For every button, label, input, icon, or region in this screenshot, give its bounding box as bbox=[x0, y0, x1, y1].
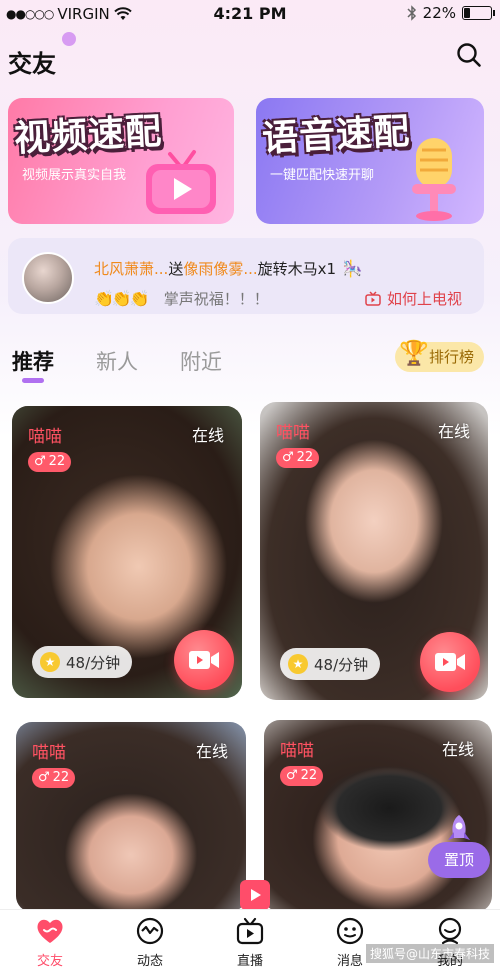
gender-age-badge: ♂ 22 bbox=[280, 766, 324, 786]
user-name: 喵喵 bbox=[276, 423, 310, 443]
male-icon: ♂ bbox=[34, 454, 46, 469]
video-camera-icon bbox=[189, 651, 219, 669]
gender-age-badge: ♂ 22 bbox=[28, 452, 72, 472]
tv-link-label: 如何上电视 bbox=[386, 290, 462, 308]
gender-age-badge: ♂ 22 bbox=[276, 448, 320, 468]
microphone-icon bbox=[412, 138, 456, 221]
how-to-get-on-tv-link[interactable]: 如何上电视 bbox=[365, 288, 462, 309]
leaderboard-button[interactable]: 🏆 排行榜 bbox=[394, 339, 484, 372]
video-match-subtitle: 视频展示真实自我 bbox=[22, 168, 127, 183]
tab-new[interactable]: 新人 bbox=[96, 346, 138, 376]
nav-item-live[interactable]: 直播 bbox=[200, 910, 300, 971]
user-card[interactable]: 喵喵 在线 ♂ 22 ★ 48/分钟 bbox=[12, 406, 242, 698]
gift-verb: 送 bbox=[168, 260, 184, 278]
nav-item-moments[interactable]: 动态 bbox=[100, 910, 200, 971]
voice-match-title: 语音速配 bbox=[261, 111, 412, 160]
user-card[interactable]: 喵喵 在线 ♂ 22 bbox=[16, 722, 246, 912]
price-tag: ★ 48/分钟 bbox=[32, 646, 133, 678]
tv-play-icon bbox=[146, 150, 216, 214]
bottom-nav: 交友 动态 直播 消息 我的 搜狐号@山东市春科技 bbox=[0, 909, 500, 971]
battery-percent: 22% bbox=[422, 4, 456, 22]
tv-icon bbox=[365, 291, 381, 306]
online-status: 在线 bbox=[437, 422, 470, 441]
profile-icon bbox=[438, 917, 462, 945]
male-icon: ♂ bbox=[38, 770, 50, 785]
rocket-icon bbox=[448, 815, 470, 840]
voice-match-subtitle: 一键匹配快速开聊 bbox=[270, 168, 375, 183]
video-match-title: 视频速配 bbox=[13, 111, 164, 160]
pin-to-top-label: 置顶 bbox=[443, 851, 474, 869]
gender-age-badge: ♂ 22 bbox=[32, 768, 76, 788]
nav-item-make-friends[interactable]: 交友 bbox=[0, 910, 100, 971]
user-name: 喵喵 bbox=[28, 427, 62, 447]
coin-icon: ★ bbox=[288, 654, 308, 674]
price-tag: ★ 48/分钟 bbox=[280, 648, 381, 680]
video-camera-icon bbox=[435, 653, 465, 671]
live-floating-icon[interactable] bbox=[240, 880, 270, 910]
online-status: 在线 bbox=[195, 742, 228, 761]
video-call-button[interactable] bbox=[174, 630, 234, 690]
user-name: 喵喵 bbox=[32, 743, 66, 763]
live-tv-icon bbox=[236, 917, 264, 945]
user-card[interactable]: 喵喵 在线 ♂ 22 ★ 48/分钟 bbox=[260, 402, 488, 700]
bluetooth-icon bbox=[407, 5, 416, 21]
watermark: 搜狐号@山东市春科技 bbox=[365, 944, 494, 963]
tab-indicator bbox=[22, 378, 44, 383]
page-title: 交友 bbox=[8, 50, 56, 78]
online-status: 在线 bbox=[441, 740, 474, 759]
blessing-text: 掌声祝福！！！ bbox=[163, 290, 269, 308]
app-header: 交友 bbox=[0, 32, 500, 80]
user-name: 喵喵 bbox=[280, 741, 314, 761]
video-call-button[interactable] bbox=[420, 632, 480, 692]
gift-message: 北风萧萧...送像雨像雾...旋转木马x1 🎠 bbox=[94, 258, 363, 279]
receiver-name: 像雨像雾... bbox=[183, 260, 258, 278]
search-icon[interactable] bbox=[456, 42, 482, 68]
video-match-banner[interactable]: 视频速配 视频展示真实自我 bbox=[8, 98, 234, 224]
gift-name: 旋转木马x1 bbox=[257, 260, 337, 278]
status-bar: ●●○○○ VIRGIN 4:21 PM 22% bbox=[0, 0, 500, 28]
heart-icon bbox=[37, 919, 63, 943]
battery-icon bbox=[462, 6, 495, 20]
coin-icon: ★ bbox=[40, 652, 60, 672]
gift-ticker[interactable]: 北风萧萧...送像雨像雾...旋转木马x1 🎠 👏👏👏 掌声祝福！！！ 如何上电… bbox=[8, 238, 484, 314]
tab-nearby[interactable]: 附近 bbox=[180, 346, 222, 376]
pin-to-top-button[interactable]: 置顶 bbox=[428, 815, 490, 878]
sender-avatar bbox=[22, 252, 74, 304]
title-decoration bbox=[62, 32, 76, 46]
leaderboard-label: 排行榜 bbox=[428, 348, 474, 366]
tab-recommend[interactable]: 推荐 bbox=[12, 346, 54, 376]
carousel-gift-icon: 🎠 bbox=[342, 259, 363, 278]
voice-match-banner[interactable]: 语音速配 一键匹配快速开聊 bbox=[256, 98, 484, 224]
blessing-row: 👏👏👏 掌声祝福！！！ bbox=[94, 288, 269, 309]
chat-face-icon bbox=[336, 917, 364, 945]
male-icon: ♂ bbox=[282, 450, 294, 465]
activity-icon bbox=[136, 917, 164, 945]
trophy-icon: 🏆 bbox=[398, 339, 429, 367]
sender-name: 北风萧萧... bbox=[94, 260, 169, 278]
feed-tabs: 推荐 新人 附近 bbox=[12, 346, 222, 376]
clap-icons: 👏👏👏 bbox=[94, 289, 150, 308]
male-icon: ♂ bbox=[286, 768, 298, 783]
online-status: 在线 bbox=[191, 426, 224, 445]
